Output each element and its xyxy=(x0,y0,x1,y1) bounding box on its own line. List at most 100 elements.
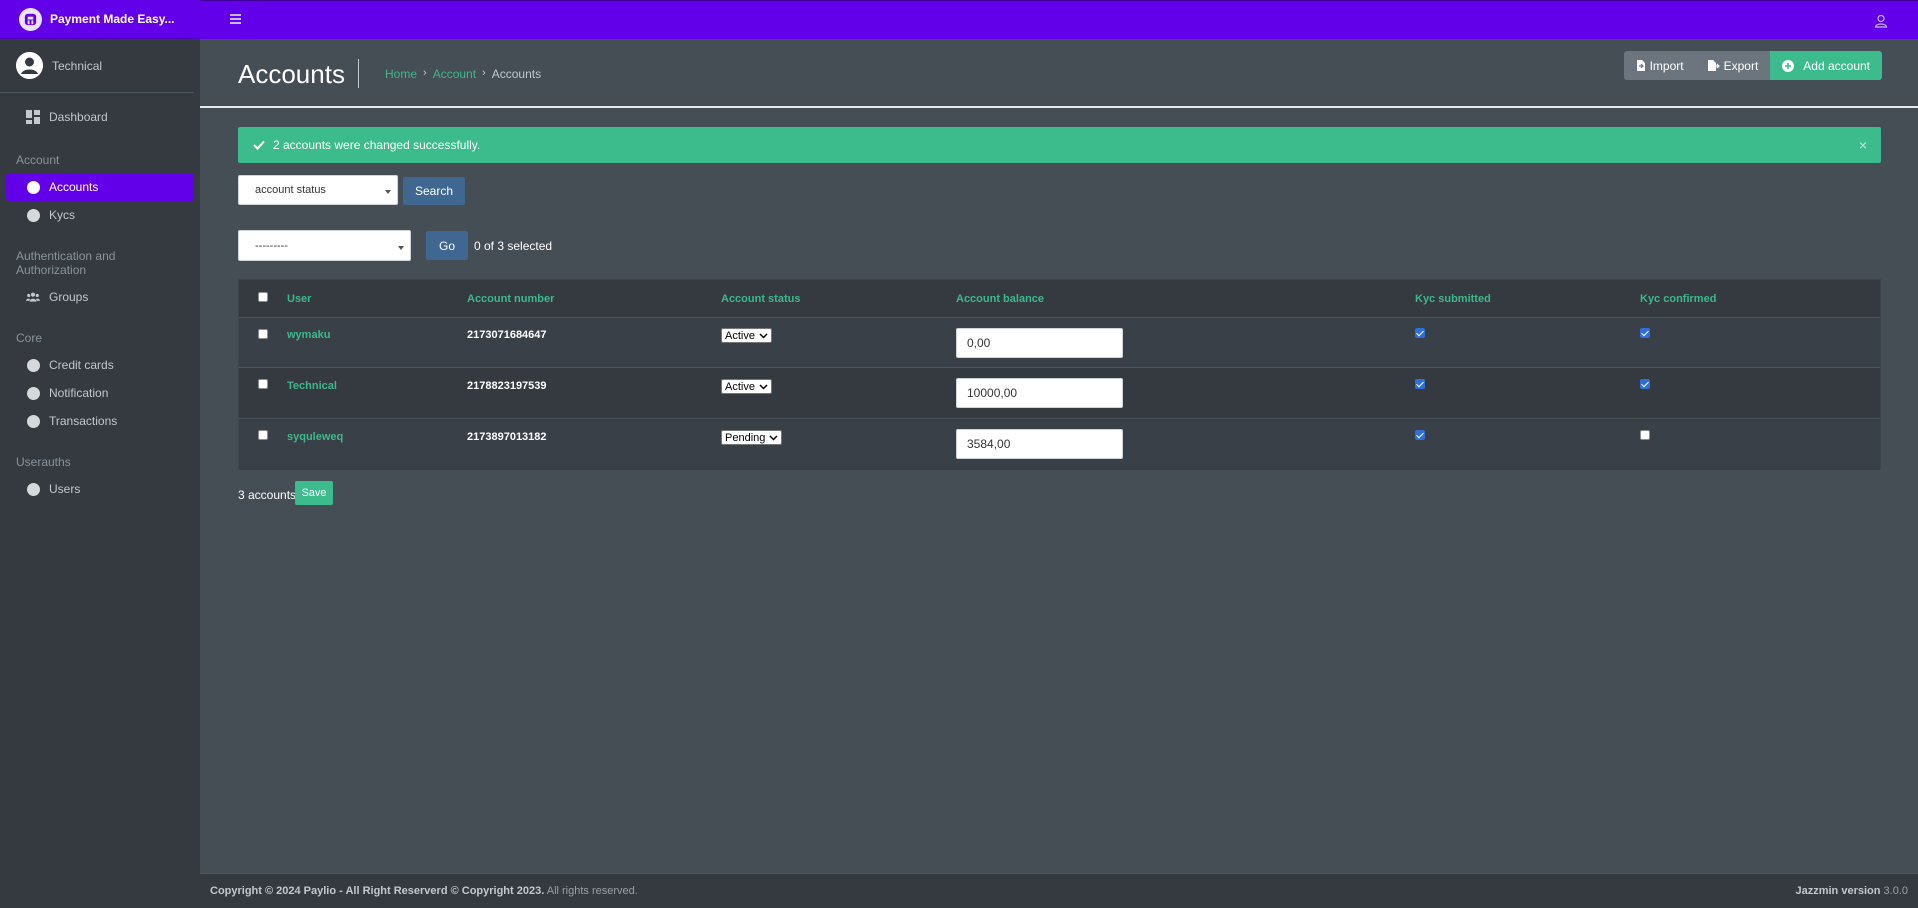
export-label: Export xyxy=(1723,58,1759,73)
search-button[interactable]: Search xyxy=(403,177,465,205)
breadcrumb-account[interactable]: Account xyxy=(433,67,476,81)
footer-version-number: 3.0.0 xyxy=(1880,885,1908,897)
sidebar-header-account: Account xyxy=(16,153,60,167)
row-status-select[interactable]: Active xyxy=(721,328,772,343)
sidebar-item-label: Kycs xyxy=(49,208,76,222)
selection-count: 0 of 3 selected xyxy=(474,239,553,253)
user-panel-name: Technical xyxy=(52,58,103,73)
export-button[interactable]: Export xyxy=(1695,51,1771,80)
row-kyc-confirmed-checkbox[interactable] xyxy=(1640,328,1650,338)
sidebar-item-credit-cards[interactable]: Credit cards xyxy=(6,351,194,379)
brand-link[interactable]: Payment Made Easy... xyxy=(0,0,200,39)
sidebar-item-label: Users xyxy=(49,482,81,496)
column-header-account-balance[interactable]: Account balance xyxy=(956,293,1044,305)
circle-icon xyxy=(26,208,40,222)
header-divider xyxy=(200,106,1918,108)
sidebar-header-userauths: Userauths xyxy=(16,455,71,469)
sidebar-item-notification[interactable]: Notification xyxy=(6,379,194,407)
row-user-link[interactable]: syquleweq xyxy=(287,431,343,443)
row-select-checkbox[interactable] xyxy=(258,329,268,339)
sidebar-header-auth: Authentication and Authorization xyxy=(16,249,116,277)
hamburger-menu-icon[interactable] xyxy=(230,14,241,24)
add-account-label: Add account xyxy=(1803,58,1870,73)
user-panel[interactable]: Technical xyxy=(0,39,194,93)
row-kyc-confirmed-checkbox[interactable] xyxy=(1640,379,1650,389)
users-group-icon xyxy=(26,290,40,304)
sidebar-item-label: Credit cards xyxy=(49,358,114,372)
result-count: 3 accounts xyxy=(238,488,297,502)
column-header-kyc-submitted[interactable]: Kyc submitted xyxy=(1415,293,1491,305)
row-account-number: 2173071684647 xyxy=(467,329,547,341)
sidebar-item-users[interactable]: Users xyxy=(6,475,194,503)
topbar xyxy=(200,0,1918,39)
import-label: Import xyxy=(1649,58,1684,73)
row-kyc-submitted-checkbox[interactable] xyxy=(1415,430,1425,440)
sidebar-item-dashboard[interactable]: Dashboard xyxy=(6,103,194,131)
table-row: Technical 2178823197539 Active 10000,00 xyxy=(239,369,1880,419)
circle-icon xyxy=(26,482,40,496)
sidebar-item-kycs[interactable]: Kycs xyxy=(6,201,194,229)
row-account-number: 2173897013182 xyxy=(467,431,547,443)
chevron-down-icon xyxy=(759,383,768,390)
add-account-button[interactable]: Add account xyxy=(1770,51,1882,80)
select-all-checkbox[interactable] xyxy=(258,292,268,302)
sidebar-header-core: Core xyxy=(16,331,43,345)
sidebar-item-label: Accounts xyxy=(49,180,99,194)
brand-logo-icon xyxy=(19,7,42,31)
chevron-down-icon xyxy=(769,434,778,441)
chevron-down-icon xyxy=(759,332,768,339)
sidebar-item-label: Transactions xyxy=(49,414,118,428)
row-kyc-submitted-checkbox[interactable] xyxy=(1415,379,1425,389)
header-buttons: Import Export Add account xyxy=(1623,51,1882,80)
save-button[interactable]: Save xyxy=(295,481,333,505)
footer: Copyright © 2024 Paylio - All Right Rese… xyxy=(200,873,1918,908)
sidebar-item-label: Dashboard xyxy=(49,110,108,124)
column-header-account-number[interactable]: Account number xyxy=(467,293,554,305)
sidebar-item-groups[interactable]: Groups xyxy=(6,283,194,311)
sidebar-item-transactions[interactable]: Transactions xyxy=(6,407,194,435)
row-status-select[interactable]: Pending xyxy=(721,430,783,445)
action-select[interactable]: --------- xyxy=(238,230,411,261)
breadcrumb-current: Accounts xyxy=(491,67,542,81)
go-button[interactable]: Go xyxy=(426,231,468,260)
row-balance-input[interactable]: 3584,00 xyxy=(956,429,1123,459)
breadcrumb-home[interactable]: Home xyxy=(385,67,417,81)
file-import-icon xyxy=(1636,60,1645,71)
brand-name: Payment Made Easy... xyxy=(50,12,175,26)
row-status-select[interactable]: Active xyxy=(721,379,772,394)
chevron-down-icon xyxy=(385,190,391,194)
breadcrumb-separator: › xyxy=(482,67,486,79)
sidebar-item-accounts[interactable]: Accounts xyxy=(6,173,194,201)
breadcrumb: Home › Account › Accounts xyxy=(385,67,541,81)
user-avatar-icon xyxy=(16,52,43,79)
row-balance-input[interactable]: 10000,00 xyxy=(956,378,1123,408)
row-status-value: Active xyxy=(725,380,755,393)
sidebar: Payment Made Easy... Technical Dashboard… xyxy=(0,0,200,908)
status-filter-select[interactable]: account status xyxy=(238,175,398,205)
column-header-account-status[interactable]: Account status xyxy=(721,293,800,305)
breadcrumb-separator: › xyxy=(423,67,427,79)
accounts-table: User Account number Account status Accou… xyxy=(238,279,1881,470)
alert-close-icon[interactable]: × xyxy=(1859,137,1867,153)
success-alert: 2 accounts were changed successfully. × xyxy=(238,127,1881,163)
chevron-down-icon xyxy=(398,245,404,250)
status-filter-value: account status xyxy=(255,184,326,196)
circle-icon xyxy=(26,358,40,372)
row-user-link[interactable]: Technical xyxy=(287,380,337,392)
row-kyc-submitted-checkbox[interactable] xyxy=(1415,328,1425,338)
row-balance-input[interactable]: 0,00 xyxy=(956,328,1123,358)
column-header-user[interactable]: User xyxy=(287,293,311,305)
circle-icon xyxy=(26,180,40,194)
file-export-icon xyxy=(1707,60,1720,71)
row-select-checkbox[interactable] xyxy=(258,379,268,389)
user-menu-icon[interactable] xyxy=(1874,14,1888,28)
row-kyc-confirmed-checkbox[interactable] xyxy=(1640,430,1650,440)
row-select-checkbox[interactable] xyxy=(258,430,268,440)
dashboard-icon xyxy=(26,110,40,124)
row-user-link[interactable]: wymaku xyxy=(287,329,330,341)
table-header-row: User Account number Account status Accou… xyxy=(239,280,1880,318)
import-button[interactable]: Import xyxy=(1623,51,1696,80)
page-title: Accounts xyxy=(238,59,359,89)
circle-icon xyxy=(26,414,40,428)
column-header-kyc-confirmed[interactable]: Kyc confirmed xyxy=(1640,293,1716,305)
